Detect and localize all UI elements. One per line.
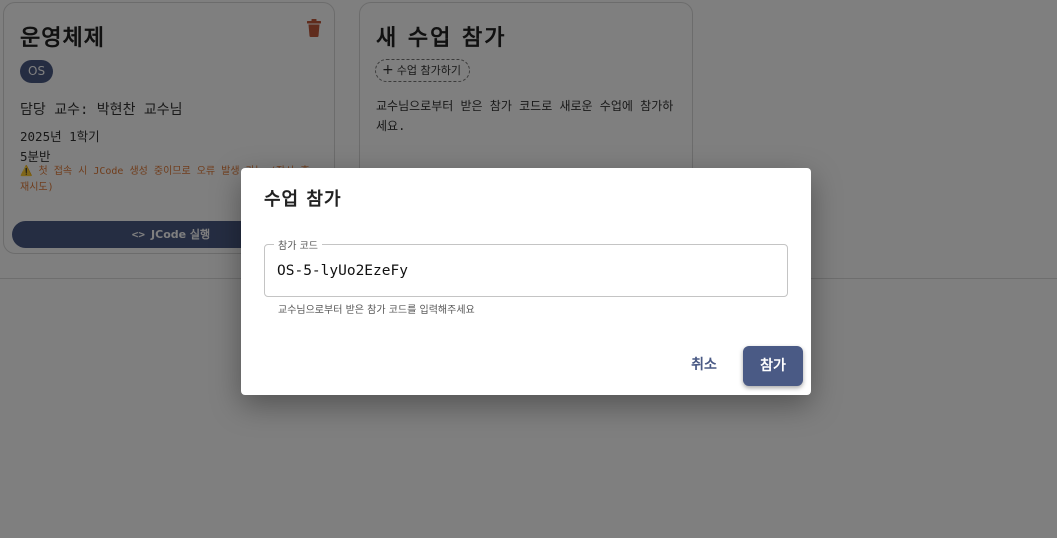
join-course-dialog: 수업 참가 참가 코드 교수님으로부터 받은 참가 코드를 입력해주세요 취소 … — [241, 168, 811, 395]
cancel-button[interactable]: 취소 — [679, 348, 729, 382]
join-code-field[interactable]: 참가 코드 — [264, 237, 788, 297]
join-code-label: 참가 코드 — [274, 237, 322, 252]
join-submit-button[interactable]: 참가 — [743, 346, 803, 386]
join-code-input[interactable] — [277, 257, 777, 285]
dialog-title: 수업 참가 — [264, 189, 342, 210]
join-code-helper: 교수님으로부터 받은 참가 코드를 입력해주세요 — [278, 305, 475, 316]
